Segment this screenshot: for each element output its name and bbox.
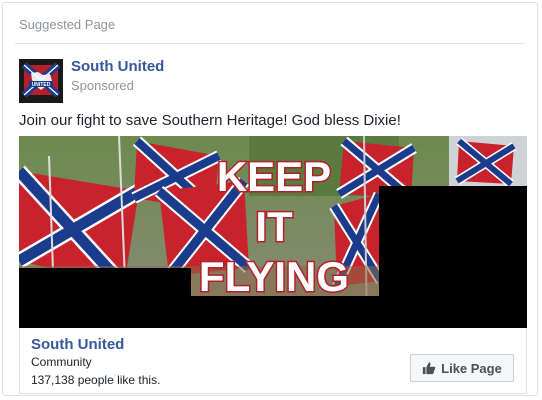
page-category: Community (31, 355, 92, 369)
page-name-link[interactable]: South United (71, 58, 164, 75)
thumbs-up-icon (423, 362, 436, 375)
suggested-page-label: Suggested Page (19, 17, 116, 32)
page-attachment-footer: South United Community 137,138 people li… (19, 328, 527, 394)
page-avatar[interactable]: UNITED (19, 59, 63, 103)
headline-line-2: IT (255, 203, 293, 250)
redaction-box-bottom (191, 296, 379, 328)
like-page-label: Like Page (441, 360, 502, 376)
ad-image[interactable]: KEEP IT FLYING (19, 136, 527, 328)
headline-line-1: KEEP (217, 153, 331, 200)
redaction-box-right (379, 186, 527, 328)
suggested-page-card: Suggested Page UNITED South United Spons… (2, 2, 538, 396)
headline-line-3: FLYING (199, 253, 349, 300)
sponsored-label: Sponsored (71, 78, 134, 93)
ad-image-graphic: KEEP IT FLYING (19, 136, 527, 328)
post-message: Join our fight to save Southern Heritage… (19, 112, 401, 129)
svg-text:UNITED: UNITED (32, 82, 51, 88)
footer-page-name-link[interactable]: South United (31, 336, 124, 353)
redaction-box-left (19, 268, 191, 328)
flag-far-right (454, 137, 517, 188)
header-divider (15, 43, 525, 44)
like-page-button[interactable]: Like Page (410, 354, 514, 382)
page-likes-count: 137,138 people like this. (31, 373, 161, 387)
flag-logo-icon: UNITED (19, 59, 63, 103)
